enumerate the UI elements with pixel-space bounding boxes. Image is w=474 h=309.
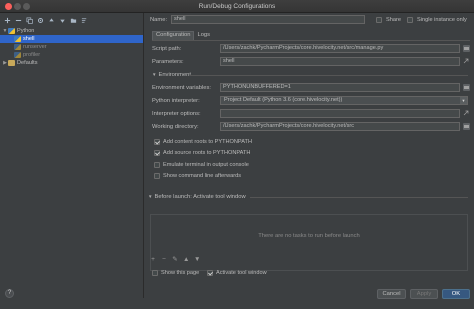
share-label: Share bbox=[386, 17, 401, 23]
environment-separator bbox=[190, 75, 468, 76]
edit-task-icon[interactable]: ✎ bbox=[172, 255, 178, 263]
section-collapse-icon: ▼ bbox=[148, 194, 153, 199]
interpreter-selected-value: Project Default (Python 3.6 (core.hivelo… bbox=[224, 97, 343, 103]
script-path-label: Script path: bbox=[152, 46, 182, 52]
configurations-tree: ▼ Python shell runserver profiler ▶ Defa… bbox=[0, 27, 143, 67]
apply-button[interactable]: Apply bbox=[410, 289, 438, 299]
move-up-icon[interactable] bbox=[47, 16, 55, 24]
tree-node-label: Defaults bbox=[17, 60, 38, 66]
parameters-label: Parameters: bbox=[152, 59, 184, 65]
remove-icon[interactable] bbox=[14, 16, 22, 24]
before-launch-label: Before launch: Activate tool window bbox=[154, 194, 246, 200]
cancel-button[interactable]: Cancel bbox=[377, 289, 406, 299]
python-icon bbox=[14, 52, 21, 58]
tree-item-label: profiler bbox=[23, 52, 41, 58]
browse-folder-icon[interactable] bbox=[463, 45, 470, 52]
working-dir-input[interactable]: /Users/zachk/PycharmProjects/core.hivelo… bbox=[220, 122, 460, 131]
env-vars-input[interactable]: PYTHONUNBUFFERED=1 bbox=[220, 83, 460, 92]
tree-item-label: runserver bbox=[23, 44, 47, 50]
tab-configuration[interactable]: Configuration bbox=[152, 31, 195, 40]
copy-icon[interactable] bbox=[25, 16, 33, 24]
sort-icon[interactable] bbox=[80, 16, 88, 24]
name-input[interactable]: shell bbox=[171, 15, 365, 24]
emulate-terminal-checkbox[interactable] bbox=[154, 162, 160, 168]
add-source-roots-label: Add source roots to PYTHONPATH bbox=[163, 150, 251, 156]
name-label: Name: bbox=[150, 17, 168, 23]
expand-field-icon[interactable] bbox=[462, 57, 470, 65]
show-command-line-checkbox[interactable] bbox=[154, 173, 160, 179]
show-command-line-label: Show command line afterwards bbox=[163, 173, 242, 179]
activate-tool-window-label: Activate tool window bbox=[216, 270, 267, 276]
show-this-page-checkbox[interactable] bbox=[152, 270, 158, 276]
chevron-down-icon[interactable]: ▼ bbox=[460, 97, 467, 104]
activate-tool-window-checkbox[interactable] bbox=[207, 270, 213, 276]
configurations-panel: ▼ Python shell runserver profiler ▶ Defa… bbox=[0, 13, 144, 298]
add-source-roots-checkbox[interactable] bbox=[154, 150, 160, 156]
configuration-editor: Name: shell Share Single instance only C… bbox=[145, 13, 474, 298]
env-vars-label: Environment variables: bbox=[152, 85, 211, 91]
before-launch-separator bbox=[250, 197, 468, 198]
share-checkbox[interactable] bbox=[376, 17, 382, 23]
browse-folder-icon[interactable] bbox=[463, 123, 470, 130]
expand-field-icon[interactable] bbox=[462, 109, 470, 117]
help-button[interactable]: ? bbox=[5, 289, 14, 298]
single-instance-checkbox[interactable] bbox=[407, 17, 413, 23]
defaults-folder-icon bbox=[8, 60, 15, 66]
working-dir-label: Working directory: bbox=[152, 124, 199, 130]
config-tabs: Configuration Logs bbox=[152, 31, 213, 40]
tree-item-profiler[interactable]: profiler bbox=[0, 51, 143, 59]
move-task-down-icon[interactable]: ▼ bbox=[194, 256, 200, 263]
move-task-up-icon[interactable]: ▲ bbox=[183, 256, 189, 263]
move-down-icon[interactable] bbox=[58, 16, 66, 24]
configurations-toolbar bbox=[3, 15, 88, 25]
interpreter-label: Python interpreter: bbox=[152, 98, 200, 104]
add-content-roots-checkbox[interactable] bbox=[154, 139, 160, 145]
interpreter-select[interactable]: Project Default (Python 3.6 (core.hivelo… bbox=[220, 96, 468, 105]
python-icon bbox=[14, 44, 21, 50]
add-icon[interactable] bbox=[3, 16, 11, 24]
interpreter-options-label: Interpreter options: bbox=[152, 111, 201, 117]
add-content-roots-label: Add content roots to PYTHONPATH bbox=[163, 139, 253, 145]
edit-env-vars-icon[interactable] bbox=[463, 84, 470, 91]
tasks-toolbar: + − ✎ ▲ ▼ bbox=[150, 255, 200, 264]
tree-item-runserver[interactable]: runserver bbox=[0, 43, 143, 51]
show-this-page-label: Show this page bbox=[161, 270, 200, 276]
settings-icon[interactable] bbox=[36, 16, 44, 24]
tree-node-defaults[interactable]: ▶ Defaults bbox=[0, 59, 143, 67]
run-debug-configurations-dialog: Run/Debug Configurations ▼ Python shell bbox=[0, 0, 474, 309]
tab-logs[interactable]: Logs bbox=[194, 31, 213, 40]
tabs-divider bbox=[152, 40, 470, 41]
ok-button[interactable]: OK bbox=[442, 289, 470, 299]
title-bar: Run/Debug Configurations bbox=[0, 0, 474, 13]
python-icon bbox=[14, 36, 21, 42]
no-tasks-message: There are no tasks to run before launch bbox=[258, 233, 360, 239]
remove-task-icon[interactable]: − bbox=[161, 256, 167, 263]
tree-item-shell[interactable]: shell bbox=[0, 35, 143, 43]
environment-section-label: Environment bbox=[158, 72, 192, 78]
add-task-icon[interactable]: + bbox=[150, 256, 156, 263]
single-instance-label: Single instance only bbox=[417, 17, 467, 23]
tree-item-label: shell bbox=[23, 36, 35, 42]
script-path-input[interactable]: /Users/zachk/PycharmProjects/core.hivelo… bbox=[220, 44, 460, 53]
parameters-input[interactable]: shell bbox=[220, 57, 460, 66]
tree-node-python[interactable]: ▼ Python bbox=[0, 27, 143, 35]
section-collapse-icon: ▼ bbox=[152, 72, 157, 77]
environment-section-header[interactable]: ▼ Environment bbox=[152, 72, 191, 78]
tree-node-label: Python bbox=[17, 28, 35, 34]
python-icon bbox=[8, 28, 15, 34]
interpreter-options-input[interactable] bbox=[220, 109, 460, 118]
emulate-terminal-label: Emulate terminal in output console bbox=[163, 162, 249, 168]
before-launch-section-header[interactable]: ▼ Before launch: Activate tool window bbox=[148, 194, 246, 200]
folder-icon[interactable] bbox=[69, 16, 77, 24]
window-title: Run/Debug Configurations bbox=[198, 3, 276, 10]
